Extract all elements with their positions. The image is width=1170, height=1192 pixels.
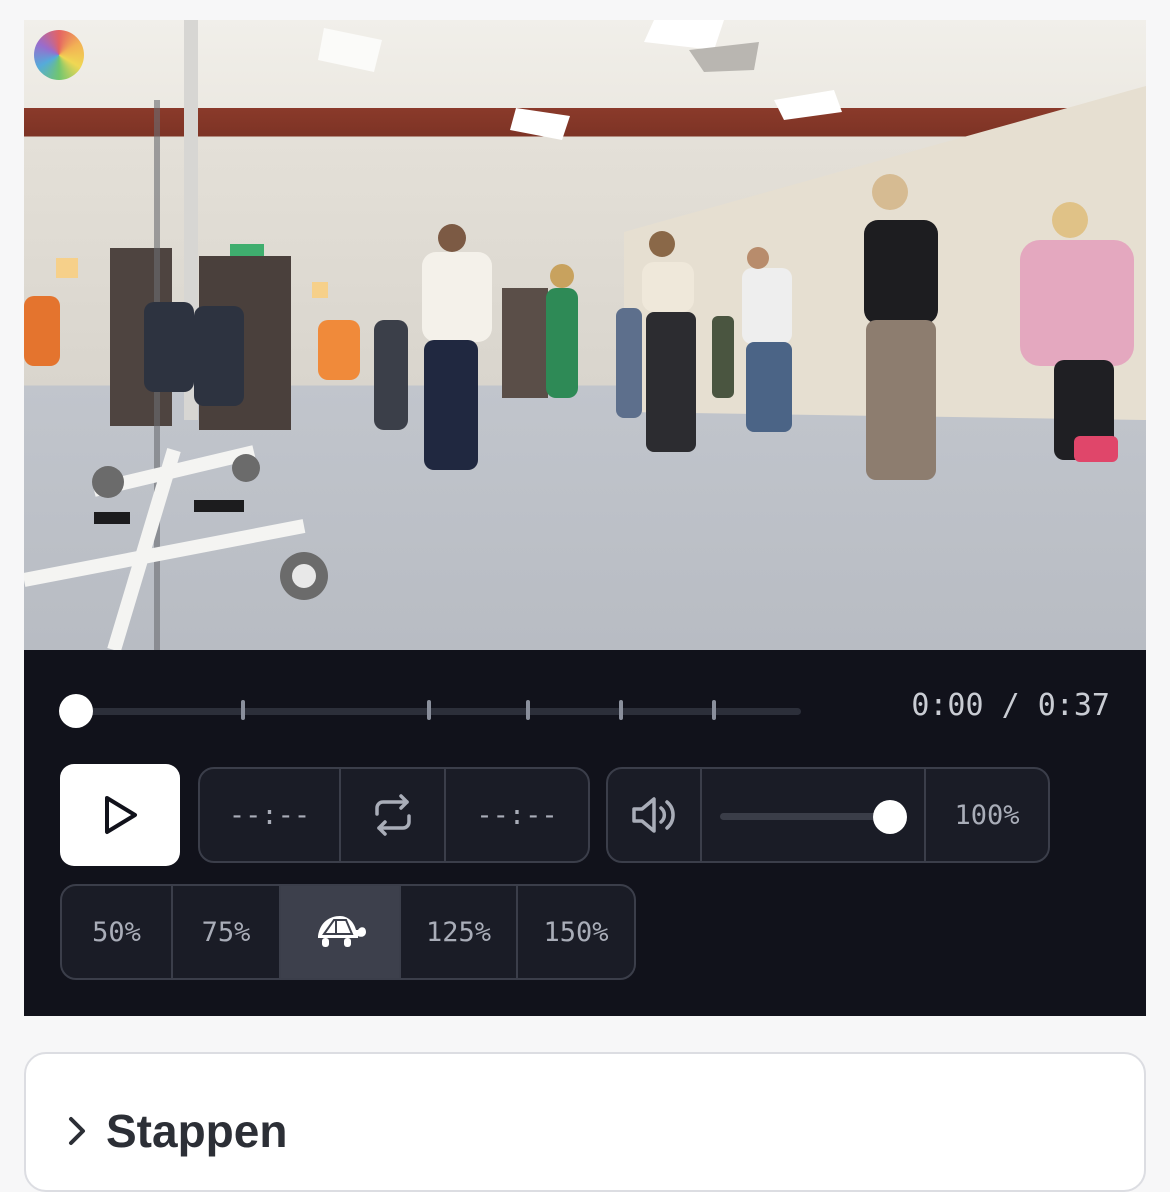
speed-controls: 50% 75% 125% 150% xyxy=(60,884,636,980)
volume-knob[interactable] xyxy=(873,800,907,834)
video-scene xyxy=(24,20,1146,650)
time-display: 0:00 / 0:37 xyxy=(911,688,1110,723)
marker-tick[interactable] xyxy=(712,700,716,720)
play-button[interactable] xyxy=(60,764,180,866)
repeat-icon xyxy=(374,794,411,836)
steps-header[interactable]: Stappen xyxy=(64,1104,287,1158)
chevron-right-icon xyxy=(69,1117,85,1145)
section-title: Stappen xyxy=(106,1105,288,1157)
speed-150-button[interactable]: 150% xyxy=(518,886,634,978)
video-frame[interactable] xyxy=(24,20,1146,650)
speed-50-button[interactable]: 50% xyxy=(62,886,173,978)
progress-track[interactable] xyxy=(76,708,801,715)
volume-slider[interactable] xyxy=(702,769,926,861)
loop-controls: --:-- --:-- xyxy=(198,767,590,863)
turtle-icon xyxy=(318,916,366,947)
volume-level: 100% xyxy=(954,799,1020,831)
speed-100-button[interactable] xyxy=(281,886,401,978)
volume-icon xyxy=(632,797,675,833)
marker-tick[interactable] xyxy=(619,700,623,720)
speed-125-button[interactable]: 125% xyxy=(401,886,518,978)
marker-tick[interactable] xyxy=(241,700,245,720)
play-icon xyxy=(105,796,137,834)
loop-start-button[interactable]: --:-- xyxy=(200,769,341,861)
volume-track[interactable] xyxy=(720,813,890,820)
marker-tick[interactable] xyxy=(526,700,530,720)
mute-button[interactable] xyxy=(608,769,702,861)
loop-toggle-button[interactable] xyxy=(341,769,446,861)
marker-tick[interactable] xyxy=(427,700,431,720)
progress-knob[interactable] xyxy=(59,694,93,728)
volume-controls: 100% xyxy=(606,767,1050,863)
brand-logo xyxy=(34,30,84,80)
loop-end-button[interactable]: --:-- xyxy=(446,769,588,861)
speed-75-button[interactable]: 75% xyxy=(173,886,281,978)
